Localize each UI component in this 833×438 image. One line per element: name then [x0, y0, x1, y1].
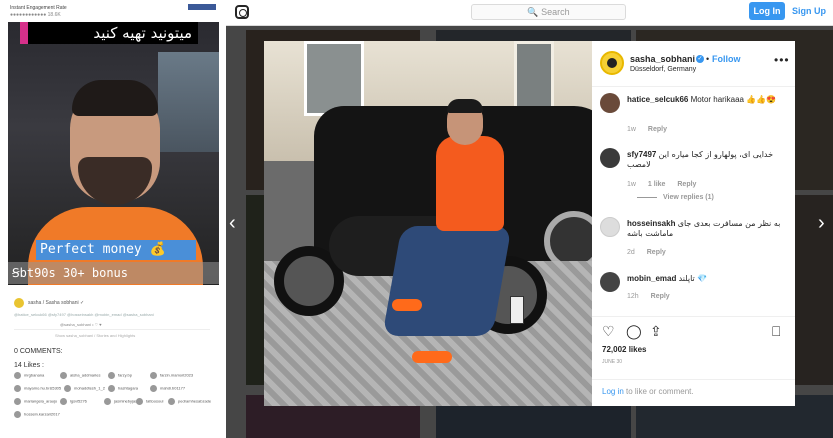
comment-text: hosseinsakh به نظر من مسافرت بعدی جای ما… [627, 219, 781, 238]
liker-item[interactable]: mariangela_araujo [14, 398, 57, 405]
login-prompt: Log in to like or comment. [592, 379, 795, 403]
man-hair [447, 99, 483, 113]
prev-arrow-icon[interactable]: ‹ [229, 212, 236, 235]
reply-button[interactable]: Reply [677, 181, 696, 188]
story-persian-text: میتونید تهیه کنید [20, 22, 198, 44]
search-input[interactable]: 🔍 Search [471, 4, 626, 20]
divider [14, 329, 210, 330]
verified-icon: ✓ [696, 55, 704, 63]
man-legs [382, 226, 512, 336]
comment-user[interactable]: hatice_selcuk66 [627, 95, 688, 104]
license-plate [510, 296, 524, 324]
liker-item[interactable]: pedramhesabzade [168, 398, 211, 405]
comment-user[interactable]: sfy7497 [627, 150, 656, 159]
stories-link[interactable]: Show sasha_sobhani / Stories and Highlig… [55, 333, 135, 338]
comments-count: 0 COMMENTS: [14, 348, 63, 355]
reply-button[interactable]: Reply [651, 293, 670, 300]
mention-line: @sasha_sobhani • ♡ ♥ [60, 322, 102, 327]
comment-meta: 2d Reply [627, 249, 676, 256]
post-location[interactable]: Düsseldorf, Germany [630, 66, 696, 73]
orange-shoe [392, 299, 422, 311]
login-prompt-text: to like or comment. [623, 387, 694, 396]
comment-age: 1w [627, 126, 636, 133]
report-title: Instant Engagement Rate [10, 5, 67, 11]
follow-button[interactable]: Follow [712, 54, 741, 64]
comment-age: 12h [627, 293, 639, 300]
comment-meta: 1w Reply [627, 126, 677, 133]
report-subtitle: ●●●●●●●●●●●● 18.6K [10, 12, 61, 18]
reply-button[interactable]: Reply [648, 126, 667, 133]
likes-count: 14 Likes : [14, 362, 44, 369]
avatar[interactable] [600, 272, 620, 292]
story-image: میتونید تهیه کنید Perfect money 💰 Ꞩbt90s… [8, 22, 219, 285]
reply-button[interactable]: Reply [647, 249, 666, 256]
comment-text: mobin_emad تاپلند 💎 [627, 274, 708, 283]
comment-likes[interactable]: 1 like [648, 181, 666, 188]
beard [78, 157, 152, 205]
likes-count[interactable]: 72,002 likes [602, 345, 646, 354]
login-link[interactable]: Log in [602, 387, 624, 396]
avatar[interactable] [600, 51, 624, 75]
avatar[interactable] [600, 148, 620, 168]
caption-tags: @hatice_selcuk66 @sfy7497 @hosseinsakh @… [14, 312, 154, 317]
post-date: JUNE 30 [602, 359, 623, 365]
post-photo[interactable] [264, 41, 592, 406]
car-window [158, 52, 219, 152]
comment-text: sfy7497 خدایی ای، پولهارو از کجا میاره ا… [627, 150, 774, 169]
orange-shoe [412, 351, 452, 363]
comment-meta: 12h Reply [627, 293, 680, 300]
comment-icon[interactable]: ◯ [626, 323, 642, 339]
liker-item[interactable]: mrgbanana [14, 372, 44, 379]
more-options-icon[interactable]: ••• [774, 53, 790, 67]
liker-item[interactable]: hashtagara [108, 385, 138, 392]
liker-item[interactable]: farzin.mamori2023 [150, 372, 193, 379]
comment-meta: 1w 1 like Reply [627, 181, 706, 188]
report-header: Instant Engagement Rate ●●●●●●●●●●●● 18.… [6, 4, 220, 22]
story-money-text: Perfect money 💰 [36, 240, 196, 260]
post-username[interactable]: sasha_sobhani [630, 54, 695, 64]
comment-user[interactable]: hosseinsakh [627, 219, 675, 228]
man-shirt [436, 136, 504, 231]
post-header: sasha_sobhani ✓ • Follow Düsseldorf, Ger… [592, 41, 795, 87]
liker-item[interactable]: mahdi.b01177 [150, 385, 185, 392]
liker-item[interactable]: mohaddtesh_1_2 [64, 385, 105, 392]
bookmark-icon[interactable]: ⎕ [772, 323, 788, 339]
liker-item[interactable]: mayamo.hu.br&5305 [14, 385, 61, 392]
share-icon[interactable]: ⇪ [650, 323, 666, 339]
story-bonus-text: Ꞩbt90s 30+ bonus [8, 262, 219, 284]
liker-item[interactable]: farzy.bp [108, 372, 132, 379]
separator-dot: • [706, 54, 710, 64]
building-window [304, 41, 364, 116]
login-button[interactable]: Log In [749, 2, 785, 20]
comment-age: 2d [627, 249, 635, 256]
post-actions: ♡ ◯ ⇪ ⎕ 72,002 likes JUNE 30 Log in to l… [592, 316, 795, 406]
avatar [14, 298, 24, 308]
hair [72, 80, 158, 116]
top-navbar: 🔍 Search Log In Sign Up [226, 0, 833, 26]
view-replies-button[interactable]: View replies (1) [637, 194, 714, 201]
left-report-panel: Instant Engagement Rate ●●●●●●●●●●●● 18.… [0, 0, 226, 438]
comment-user[interactable]: mobin_emad [627, 274, 676, 283]
comment-text: hatice_selcuk66 Motor harikaaa 👍👍😍 [627, 95, 777, 104]
share-button[interactable] [188, 4, 216, 10]
building-window [514, 41, 554, 111]
liker-item[interactable]: aisha_addmaries [60, 372, 100, 379]
heart-icon[interactable]: ♡ [602, 323, 618, 339]
avatar[interactable] [600, 217, 620, 237]
liker-item[interactable]: hossein.karzari2017 [14, 411, 60, 418]
post-username: sasha / Sasha sobhani ✓ [28, 300, 85, 306]
liker-item[interactable]: lgsvl5276 [60, 398, 87, 405]
next-arrow-icon[interactable]: › [818, 212, 825, 235]
avatar[interactable] [600, 93, 620, 113]
signup-link[interactable]: Sign Up [792, 6, 826, 16]
liker-item[interactable]: tattoosoul [136, 398, 163, 405]
comment-age: 1w [627, 181, 636, 188]
post-sidebar: sasha_sobhani ✓ • Follow Düsseldorf, Ger… [592, 41, 795, 406]
instagram-logo-icon[interactable] [235, 5, 249, 19]
